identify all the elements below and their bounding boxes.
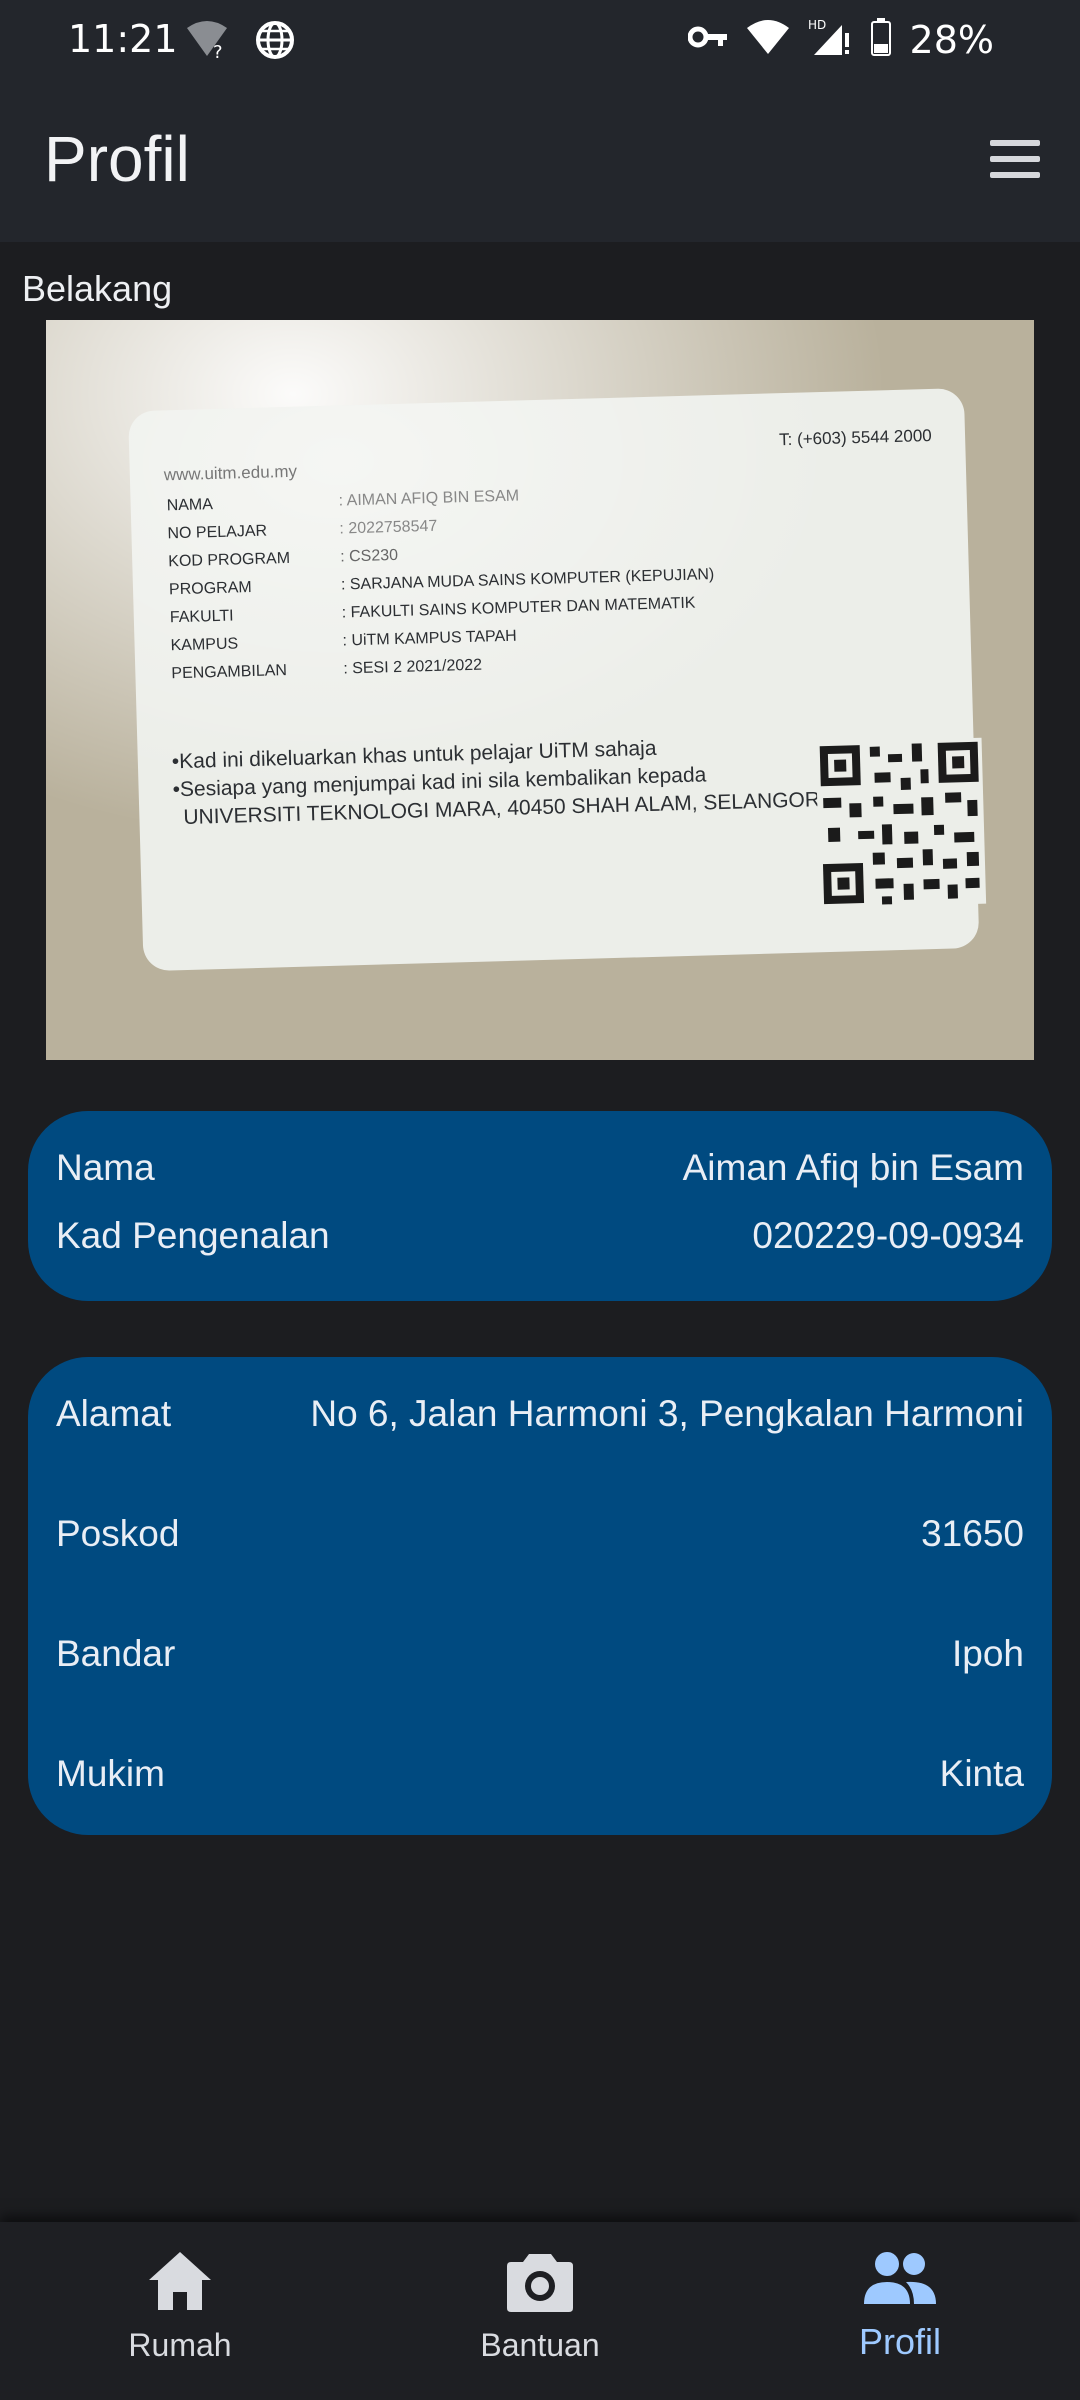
home-icon bbox=[145, 2252, 215, 2318]
bottom-navigation: Rumah Bantuan Profil bbox=[0, 2222, 1080, 2400]
svg-text:FAKULTI: FAKULTI bbox=[170, 608, 234, 627]
svg-text:KAMPUS: KAMPUS bbox=[170, 635, 238, 654]
district-row: Mukim Kinta bbox=[56, 1753, 1024, 1795]
qr-code bbox=[815, 737, 987, 909]
address-value: No 6, Jalan Harmoni 3, Pengkalan Harmoni bbox=[310, 1393, 1024, 1434]
nav-home[interactable]: Rumah bbox=[50, 2248, 310, 2364]
nav-help-label: Bantuan bbox=[480, 2327, 600, 2363]
svg-text:: 2022758547: : 2022758547 bbox=[339, 518, 437, 538]
ic-label: Kad Pengenalan bbox=[56, 1215, 330, 1256]
address-row: Alamat No 6, Jalan Harmoni 3, Pengkalan … bbox=[56, 1393, 1024, 1435]
hamburger-menu-icon[interactable] bbox=[980, 134, 1050, 190]
address-panel: Alamat No 6, Jalan Harmoni 3, Pengkalan … bbox=[28, 1357, 1052, 1835]
city-label: Bandar bbox=[56, 1633, 176, 1674]
status-bar: 11:21 ? HD 28% bbox=[0, 0, 1080, 80]
globe-icon bbox=[255, 20, 295, 65]
nav-profile-label: Profil bbox=[858, 2321, 942, 2362]
status-time: 11:21 bbox=[68, 17, 178, 61]
student-card-photo: www.uitm.edu.my T: (+603) 5544 2000 NAMA… bbox=[46, 320, 1034, 1060]
name-value: Aiman Afiq bin Esam bbox=[682, 1147, 1024, 1188]
card-website: www.uitm.edu.my bbox=[163, 462, 298, 485]
svg-text:HD: HD bbox=[808, 18, 826, 32]
card-side-label: Belakang bbox=[22, 268, 173, 309]
name-row: Nama Aiman Afiq bin Esam bbox=[56, 1147, 1024, 1189]
battery-percent: 28% bbox=[909, 17, 994, 62]
address-label: Alamat bbox=[56, 1393, 172, 1434]
city-row: Bandar Ipoh bbox=[56, 1633, 1024, 1675]
page-title: Profil bbox=[44, 123, 190, 195]
wifi-icon bbox=[746, 19, 790, 60]
wifi-unknown-icon: ? bbox=[185, 20, 229, 65]
svg-text:: CS230: : CS230 bbox=[340, 547, 398, 566]
nav-profile[interactable]: Profil bbox=[770, 2248, 1030, 2363]
nav-help[interactable]: Bantuan bbox=[410, 2248, 670, 2364]
people-icon bbox=[860, 2252, 940, 2312]
city-value: Ipoh bbox=[951, 1633, 1024, 1674]
camera-icon bbox=[505, 2254, 575, 2318]
identity-panel: Nama Aiman Afiq bin Esam Kad Pengenalan … bbox=[28, 1111, 1052, 1301]
district-value: Kinta bbox=[939, 1753, 1024, 1794]
ic-row: Kad Pengenalan 020229-09-0934 bbox=[56, 1215, 1024, 1257]
svg-text:NO PELAJAR: NO PELAJAR bbox=[167, 523, 267, 543]
postcode-value: 31650 bbox=[921, 1513, 1024, 1554]
svg-text:PENGAMBILAN: PENGAMBILAN bbox=[171, 662, 287, 682]
vpn-key-icon bbox=[687, 23, 728, 56]
name-label: Nama bbox=[56, 1147, 155, 1188]
district-label: Mukim bbox=[56, 1753, 165, 1794]
svg-text:?: ? bbox=[213, 42, 223, 60]
ic-value: 020229-09-0934 bbox=[752, 1215, 1024, 1256]
postcode-label: Poskod bbox=[56, 1513, 180, 1554]
svg-text:KOD PROGRAM: KOD PROGRAM bbox=[168, 550, 290, 570]
svg-text:PROGRAM: PROGRAM bbox=[169, 579, 252, 598]
nav-home-label: Rumah bbox=[128, 2327, 232, 2363]
hd-signal-icon: HD bbox=[808, 17, 852, 62]
battery-icon bbox=[870, 18, 892, 61]
postcode-row: Poskod 31650 bbox=[56, 1513, 1024, 1555]
svg-text:NAMA: NAMA bbox=[166, 496, 213, 514]
app-bar: Profil bbox=[0, 80, 1080, 242]
